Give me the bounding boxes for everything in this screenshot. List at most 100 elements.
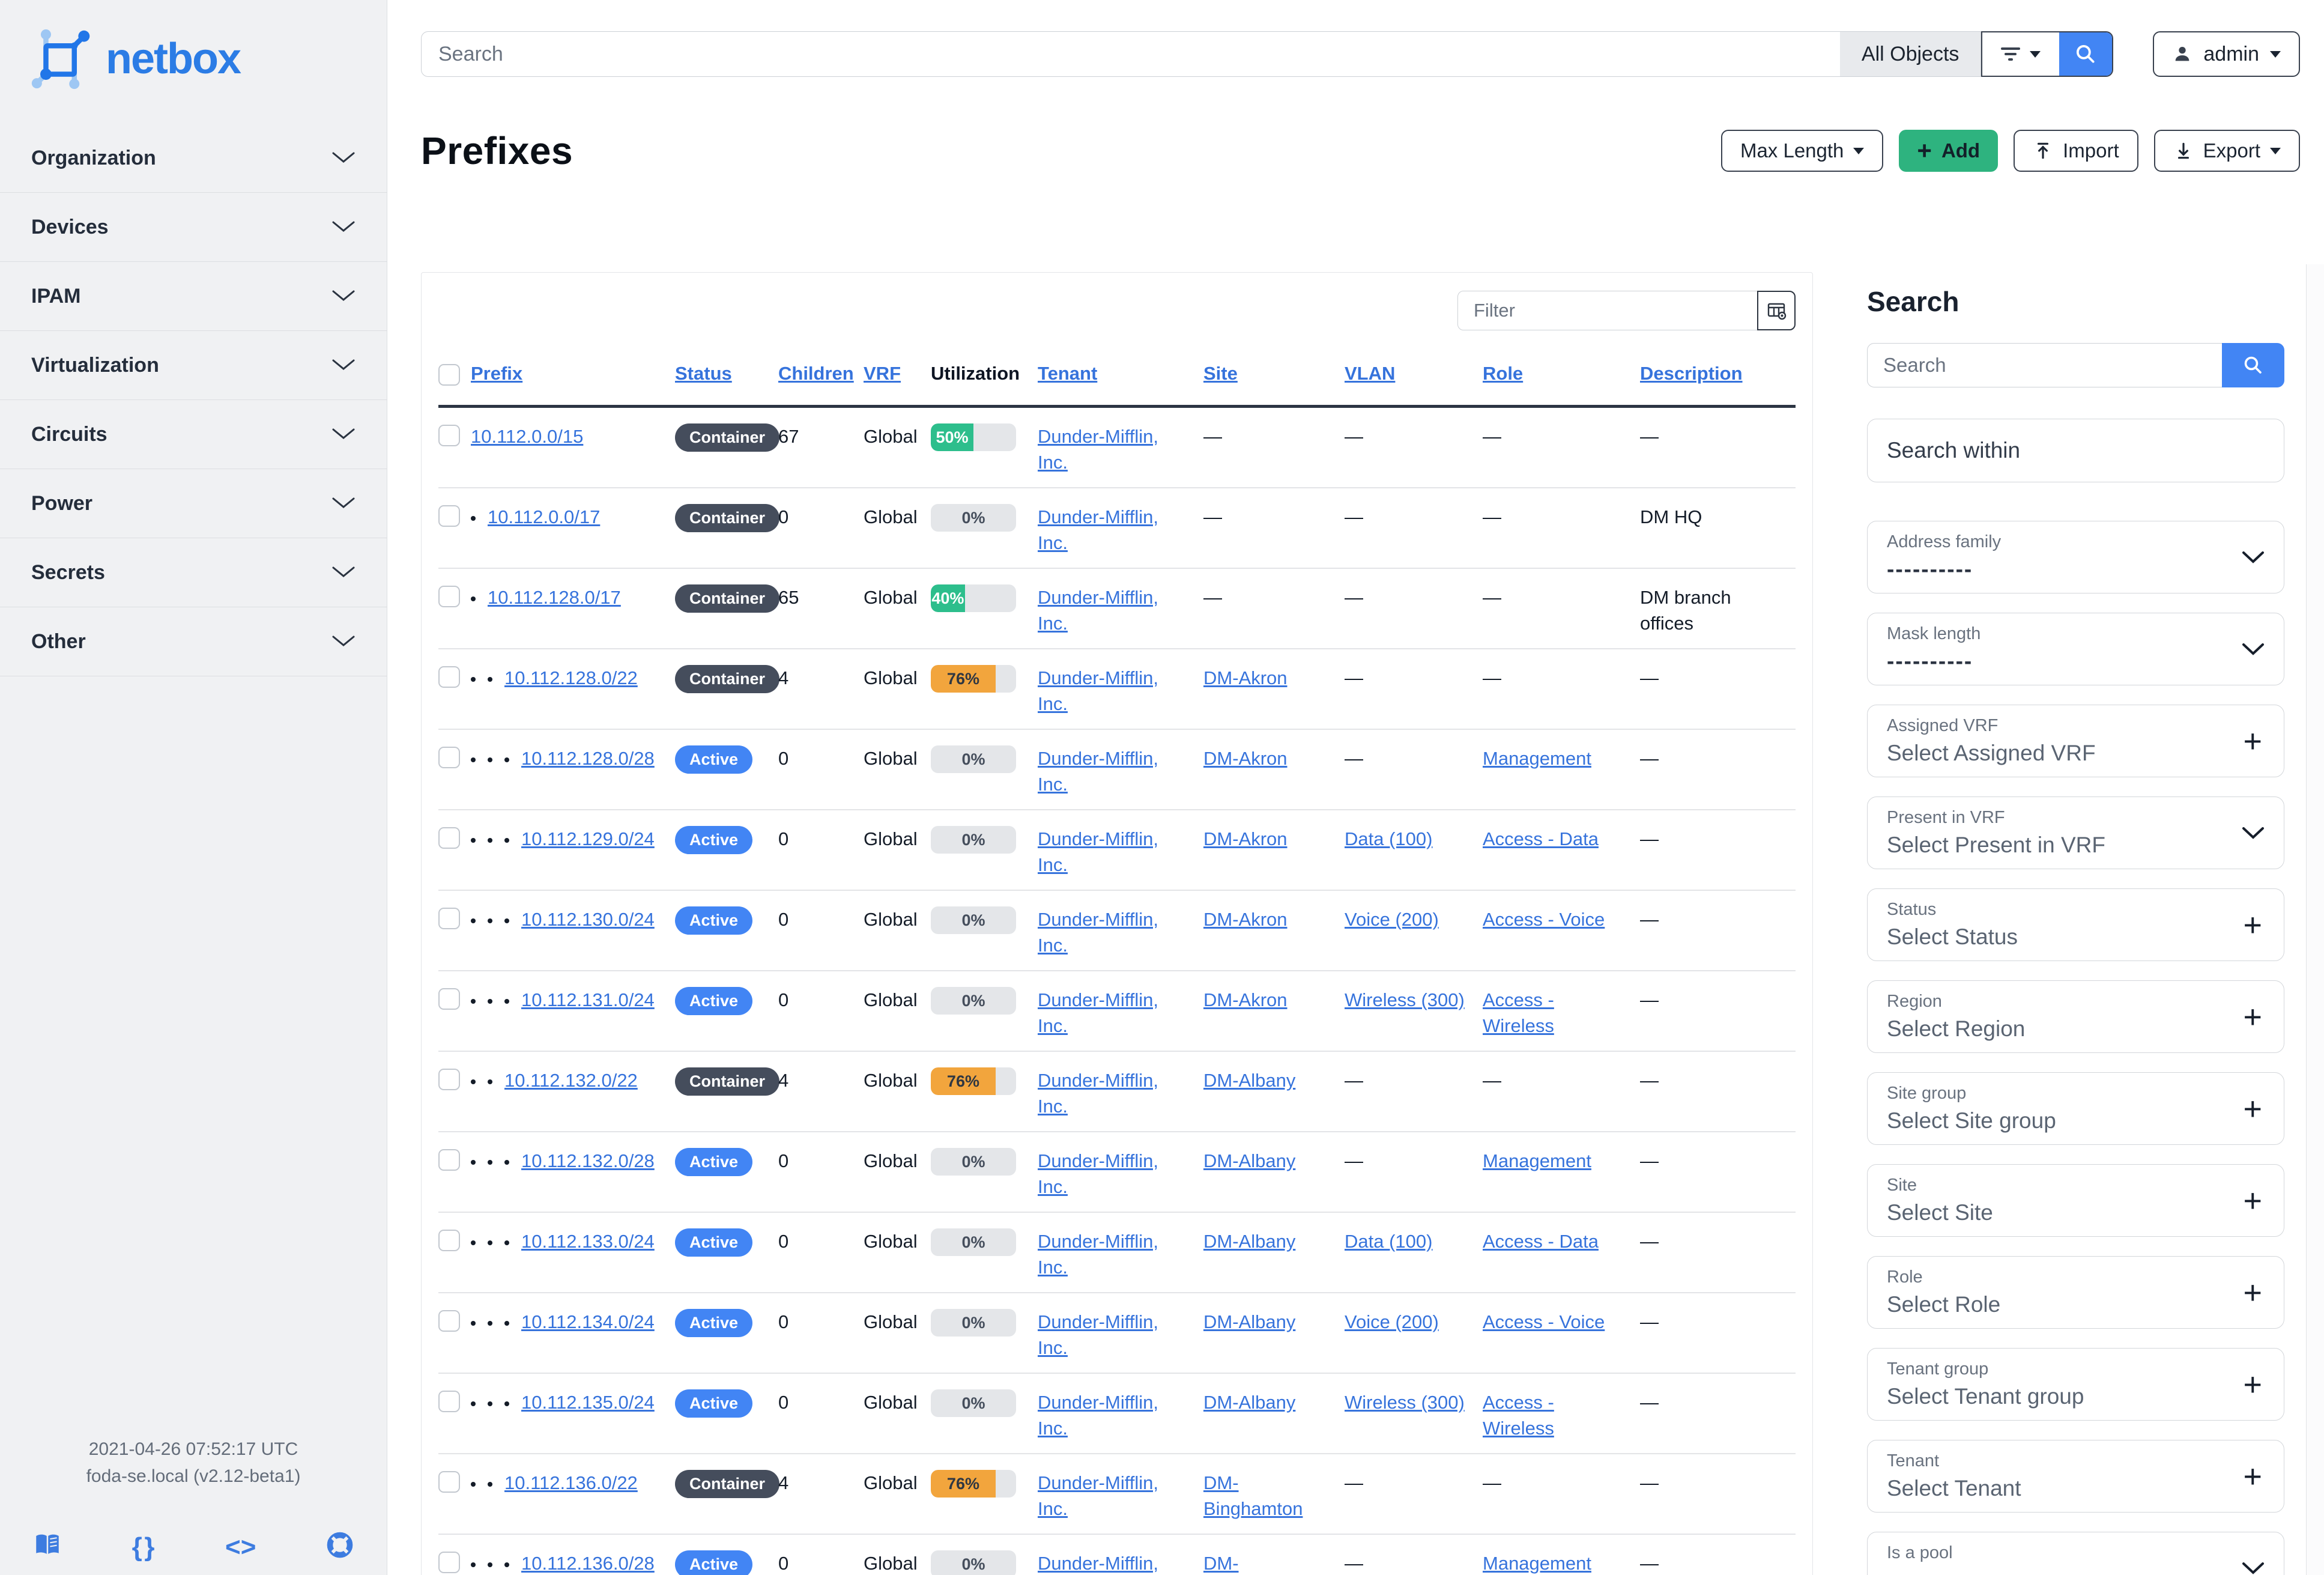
- prefix-link[interactable]: 10.112.132.0/28: [521, 1150, 655, 1171]
- filter-field-mask-length[interactable]: Mask length ----------: [1867, 613, 2284, 685]
- export-button[interactable]: Export: [2153, 130, 2300, 172]
- row-checkbox[interactable]: [438, 1230, 460, 1251]
- filter-field-present-in-vrf[interactable]: Present in VRF Select Present in VRF: [1867, 797, 2284, 869]
- user-menu-button[interactable]: admin: [2153, 31, 2300, 77]
- netbox-logo[interactable]: netbox: [0, 0, 387, 124]
- sidebar-item-virtualization[interactable]: Virtualization: [0, 331, 387, 400]
- row-checkbox[interactable]: [438, 1069, 460, 1090]
- docs-book-icon[interactable]: [34, 1533, 61, 1562]
- prefix-link[interactable]: 10.112.129.0/24: [521, 828, 655, 849]
- select-all-checkbox[interactable]: [438, 364, 460, 386]
- row-checkbox[interactable]: [438, 1149, 460, 1171]
- children-count: 4: [778, 1051, 864, 1132]
- plus-icon: +: [2243, 1366, 2262, 1403]
- prefix-link[interactable]: 10.112.128.0/22: [504, 667, 638, 688]
- tenant-cell: Dunder-Mifflin, Inc.: [1038, 810, 1203, 891]
- vlan-cell: —: [1345, 729, 1483, 810]
- prefix-link[interactable]: 10.112.128.0/17: [488, 587, 621, 608]
- prefix-link[interactable]: 10.112.128.0/28: [521, 748, 655, 769]
- filter-field-site[interactable]: Site Select Site +: [1867, 1164, 2284, 1237]
- prefix-link[interactable]: 10.112.134.0/24: [521, 1311, 655, 1332]
- row-checkbox[interactable]: [438, 747, 460, 768]
- max-length-button[interactable]: Max Length: [1720, 130, 1884, 172]
- utilization-bar: 0%: [931, 826, 1016, 854]
- children-count: 0: [778, 729, 864, 810]
- prefix-link[interactable]: 10.112.132.0/22: [504, 1070, 638, 1091]
- import-button[interactable]: Import: [2014, 130, 2138, 172]
- vrf-value: Global: [864, 1212, 931, 1293]
- sidebar-item-circuits[interactable]: Circuits: [0, 400, 387, 469]
- plus-icon: +: [2243, 906, 2262, 943]
- panel-search-input[interactable]: [1867, 343, 2222, 387]
- site-cell: DM-Albany: [1203, 1212, 1345, 1293]
- row-checkbox[interactable]: [438, 505, 460, 527]
- panel-search-button[interactable]: [2222, 343, 2284, 387]
- vlan-cell: —: [1345, 568, 1483, 649]
- prefix-link[interactable]: 10.112.136.0/22: [504, 1472, 638, 1493]
- prefix-link[interactable]: 10.112.131.0/24: [521, 989, 655, 1010]
- prefix-link[interactable]: 10.112.135.0/24: [521, 1392, 655, 1413]
- filter-field-tenant-group[interactable]: Tenant group Select Tenant group +: [1867, 1348, 2284, 1421]
- table-filter-input[interactable]: [1457, 291, 1758, 330]
- topbar: All Objects: [387, 0, 2324, 77]
- search-scope[interactable]: All Objects: [1839, 31, 1982, 77]
- global-search-button[interactable]: [2059, 32, 2113, 76]
- row-checkbox[interactable]: [438, 1471, 460, 1493]
- row-checkbox[interactable]: [438, 425, 460, 446]
- column-header-site: Site: [1203, 347, 1345, 408]
- sidebar-item-devices[interactable]: Devices: [0, 193, 387, 262]
- filter-field-site-group[interactable]: Site group Select Site group +: [1867, 1072, 2284, 1145]
- filter-field-region[interactable]: Region Select Region +: [1867, 980, 2284, 1053]
- sidebar-item-other[interactable]: Other: [0, 607, 387, 676]
- prefix-link[interactable]: 10.112.0.0/15: [471, 426, 583, 447]
- scrollbar[interactable]: [2306, 264, 2324, 1575]
- status-badge: Container: [675, 1470, 780, 1498]
- row-checkbox[interactable]: [438, 827, 460, 849]
- help-lifebuoy-icon[interactable]: [327, 1532, 353, 1563]
- row-checkbox[interactable]: [438, 908, 460, 929]
- global-search-input[interactable]: [421, 31, 1840, 77]
- prefix-link[interactable]: 10.112.136.0/28: [521, 1553, 655, 1574]
- children-count: 4: [778, 649, 864, 730]
- row-checkbox[interactable]: [438, 586, 460, 607]
- filter-field-is-a-pool[interactable]: Is a pool ----------: [1867, 1532, 2284, 1575]
- prefix-link[interactable]: 10.112.130.0/24: [521, 909, 655, 930]
- prefix-link[interactable]: 10.112.0.0/17: [488, 506, 600, 527]
- tenant-cell: Dunder-Mifflin, Inc.: [1038, 1293, 1203, 1374]
- api-braces-icon[interactable]: { }: [132, 1534, 155, 1561]
- sidebar-item-organization[interactable]: Organization: [0, 124, 387, 193]
- row-checkbox[interactable]: [438, 1552, 460, 1573]
- column-header-select: [438, 347, 471, 408]
- prefix-link[interactable]: 10.112.133.0/24: [521, 1231, 655, 1252]
- children-count: 65: [778, 568, 864, 649]
- table-row: 10.112.128.0/17 Container 65 Global 40% …: [438, 568, 1796, 649]
- description-cell: —: [1640, 1534, 1796, 1575]
- role-cell: —: [1483, 1051, 1640, 1132]
- depth-dots: [471, 1481, 492, 1487]
- filter-field-assigned-vrf[interactable]: Assigned VRF Select Assigned VRF +: [1867, 705, 2284, 777]
- sidebar-item-secrets[interactable]: Secrets: [0, 538, 387, 607]
- role-cell: Management: [1483, 1132, 1640, 1213]
- row-checkbox[interactable]: [438, 1310, 460, 1332]
- add-button[interactable]: + Add: [1899, 130, 1999, 172]
- vrf-value: Global: [864, 1132, 931, 1213]
- prefixes-table-card: PrefixStatusChildrenVRFUtilizationTenant…: [421, 272, 1813, 1575]
- filter-field-role[interactable]: Role Select Role +: [1867, 1256, 2284, 1329]
- search-filter-button[interactable]: [1982, 32, 2060, 76]
- filter-field-address-family[interactable]: Address family ----------: [1867, 521, 2284, 593]
- sidebar-item-ipam[interactable]: IPAM: [0, 262, 387, 331]
- role-cell: Access - Voice: [1483, 890, 1640, 971]
- user-label: admin: [2203, 42, 2259, 65]
- row-checkbox[interactable]: [438, 666, 460, 688]
- filter-field-tenant[interactable]: Tenant Select Tenant +: [1867, 1440, 2284, 1513]
- search-within-input[interactable]: [1867, 419, 2284, 482]
- table-config-button[interactable]: [1757, 291, 1796, 330]
- row-checkbox[interactable]: [438, 1391, 460, 1412]
- sidebar-item-power[interactable]: Power: [0, 469, 387, 538]
- vrf-value: Global: [864, 1051, 931, 1132]
- row-checkbox[interactable]: [438, 988, 460, 1010]
- filter-field-status[interactable]: Status Select Status +: [1867, 888, 2284, 961]
- description-cell: —: [1640, 406, 1796, 488]
- source-code-icon[interactable]: <>: [225, 1534, 256, 1561]
- chevron-down-icon: [2242, 643, 2264, 655]
